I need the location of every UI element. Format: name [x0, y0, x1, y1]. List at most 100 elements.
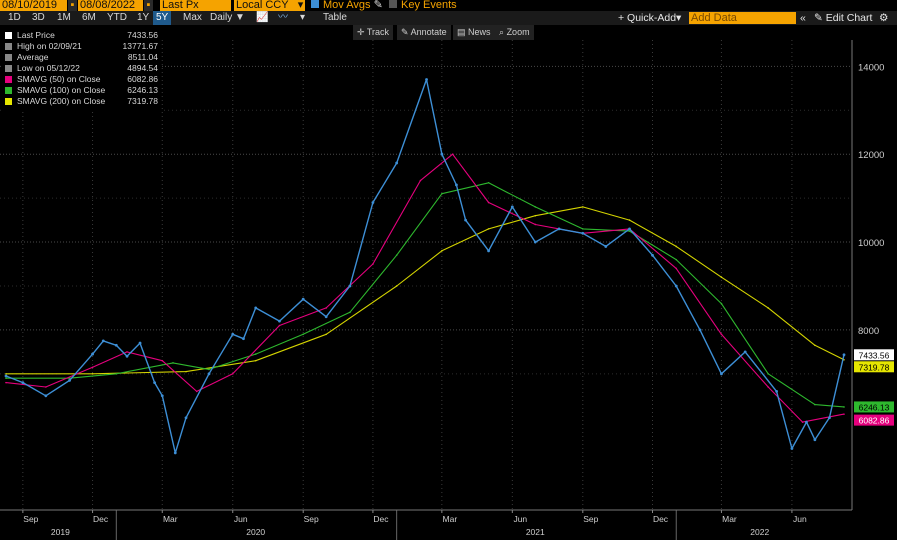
x-month-label: Mar — [163, 514, 178, 524]
legend-label: Average — [17, 52, 49, 62]
data-point — [254, 306, 258, 310]
data-point — [278, 324, 281, 327]
data-point — [126, 351, 128, 353]
data-point — [581, 206, 584, 208]
price-label: 7319.78 — [859, 362, 890, 372]
data-point — [581, 228, 584, 230]
data-point — [419, 179, 422, 182]
data-point — [628, 227, 631, 231]
data-point — [464, 218, 467, 222]
data-point — [395, 161, 399, 165]
data-point — [278, 319, 281, 323]
data-point — [828, 416, 831, 420]
legend-value: 6082.86 — [127, 74, 158, 84]
x-year-label: 2020 — [246, 527, 265, 537]
data-point — [425, 78, 428, 81]
data-point — [487, 201, 490, 204]
data-point — [675, 267, 678, 270]
chart-legend: Last Price 7433.56 High on 02/09/21 13771.6… — [3, 30, 161, 112]
legend-value: 13771.67 — [122, 41, 158, 51]
x-year-label: 2021 — [526, 527, 545, 537]
data-point — [173, 451, 177, 455]
data-point — [720, 372, 723, 376]
y-tick-label: 10000 — [858, 238, 884, 249]
data-point — [814, 344, 816, 347]
data-point — [767, 307, 769, 309]
data-point — [254, 359, 257, 362]
legend-item[interactable]: Average 8511.04 — [3, 52, 161, 63]
data-point — [557, 227, 561, 231]
legend-item[interactable]: SMAVG (200) on Close 7319.78 — [3, 96, 161, 107]
data-point — [805, 420, 808, 424]
data-point — [195, 390, 198, 393]
legend-swatch — [5, 65, 12, 72]
legend-swatch — [5, 32, 12, 39]
legend-item[interactable]: SMAVG (100) on Close 6246.13 — [3, 85, 161, 96]
x-month-label: Dec — [373, 514, 389, 524]
data-point — [801, 421, 804, 423]
data-point — [487, 249, 490, 253]
data-point — [325, 307, 327, 309]
legend-swatch — [5, 54, 12, 61]
legend-swatch — [5, 43, 12, 50]
data-point — [843, 406, 845, 408]
data-point — [115, 373, 118, 375]
data-point — [814, 403, 816, 406]
data-point — [455, 183, 458, 187]
x-year-label: 2022 — [750, 527, 769, 537]
data-point — [743, 350, 747, 354]
legend-swatch — [5, 98, 12, 105]
data-point — [44, 394, 48, 398]
data-point — [231, 332, 235, 336]
data-point — [207, 372, 211, 376]
y-tick-label: 8000 — [858, 326, 879, 337]
y-tick-label: 12000 — [858, 150, 884, 161]
data-point — [487, 228, 490, 230]
data-point — [172, 362, 174, 364]
data-point — [698, 328, 702, 332]
data-point — [843, 413, 845, 415]
data-point — [91, 352, 94, 356]
legend-item[interactable]: High on 02/09/21 13771.67 — [3, 41, 161, 52]
x-month-label: Dec — [653, 514, 669, 524]
x-month-label: Sep — [304, 514, 319, 524]
legend-label: SMAVG (50) on Close — [17, 74, 101, 84]
legend-item[interactable]: Low on 05/12/22 4894.54 — [3, 63, 161, 74]
data-point — [254, 353, 257, 355]
data-point — [720, 302, 723, 305]
x-month-label: Dec — [93, 514, 109, 524]
legend-label: Last Price — [17, 30, 55, 40]
legend-item[interactable]: Last Price 7433.56 — [3, 30, 161, 41]
legend-value: 6246.13 — [127, 85, 158, 95]
data-point — [674, 284, 678, 288]
data-point — [775, 390, 778, 393]
data-point — [185, 370, 187, 373]
data-point — [767, 373, 769, 375]
data-point — [242, 337, 245, 341]
data-point — [21, 381, 25, 385]
data-point — [534, 214, 537, 217]
data-point — [581, 231, 585, 235]
data-point — [302, 333, 305, 336]
price-label: 6246.13 — [859, 402, 890, 412]
data-point — [534, 223, 537, 226]
data-point — [510, 205, 514, 209]
data-point — [325, 333, 327, 336]
legend-item[interactable]: SMAVG (50) on Close 6082.86 — [3, 74, 161, 85]
data-point — [184, 416, 188, 420]
data-point — [533, 240, 537, 244]
data-point — [395, 285, 398, 287]
data-point — [91, 373, 94, 375]
data-point — [441, 192, 443, 195]
data-point — [720, 276, 723, 278]
data-point — [651, 253, 654, 257]
legend-value: 8511.04 — [127, 52, 158, 62]
legend-label: Low on 05/12/22 — [17, 63, 80, 73]
data-point — [675, 245, 678, 248]
data-point — [5, 377, 7, 380]
data-point — [138, 341, 142, 345]
data-point — [4, 374, 8, 378]
legend-value: 7319.78 — [127, 96, 158, 106]
data-point — [5, 373, 7, 375]
x-year-label: 2019 — [51, 527, 70, 537]
